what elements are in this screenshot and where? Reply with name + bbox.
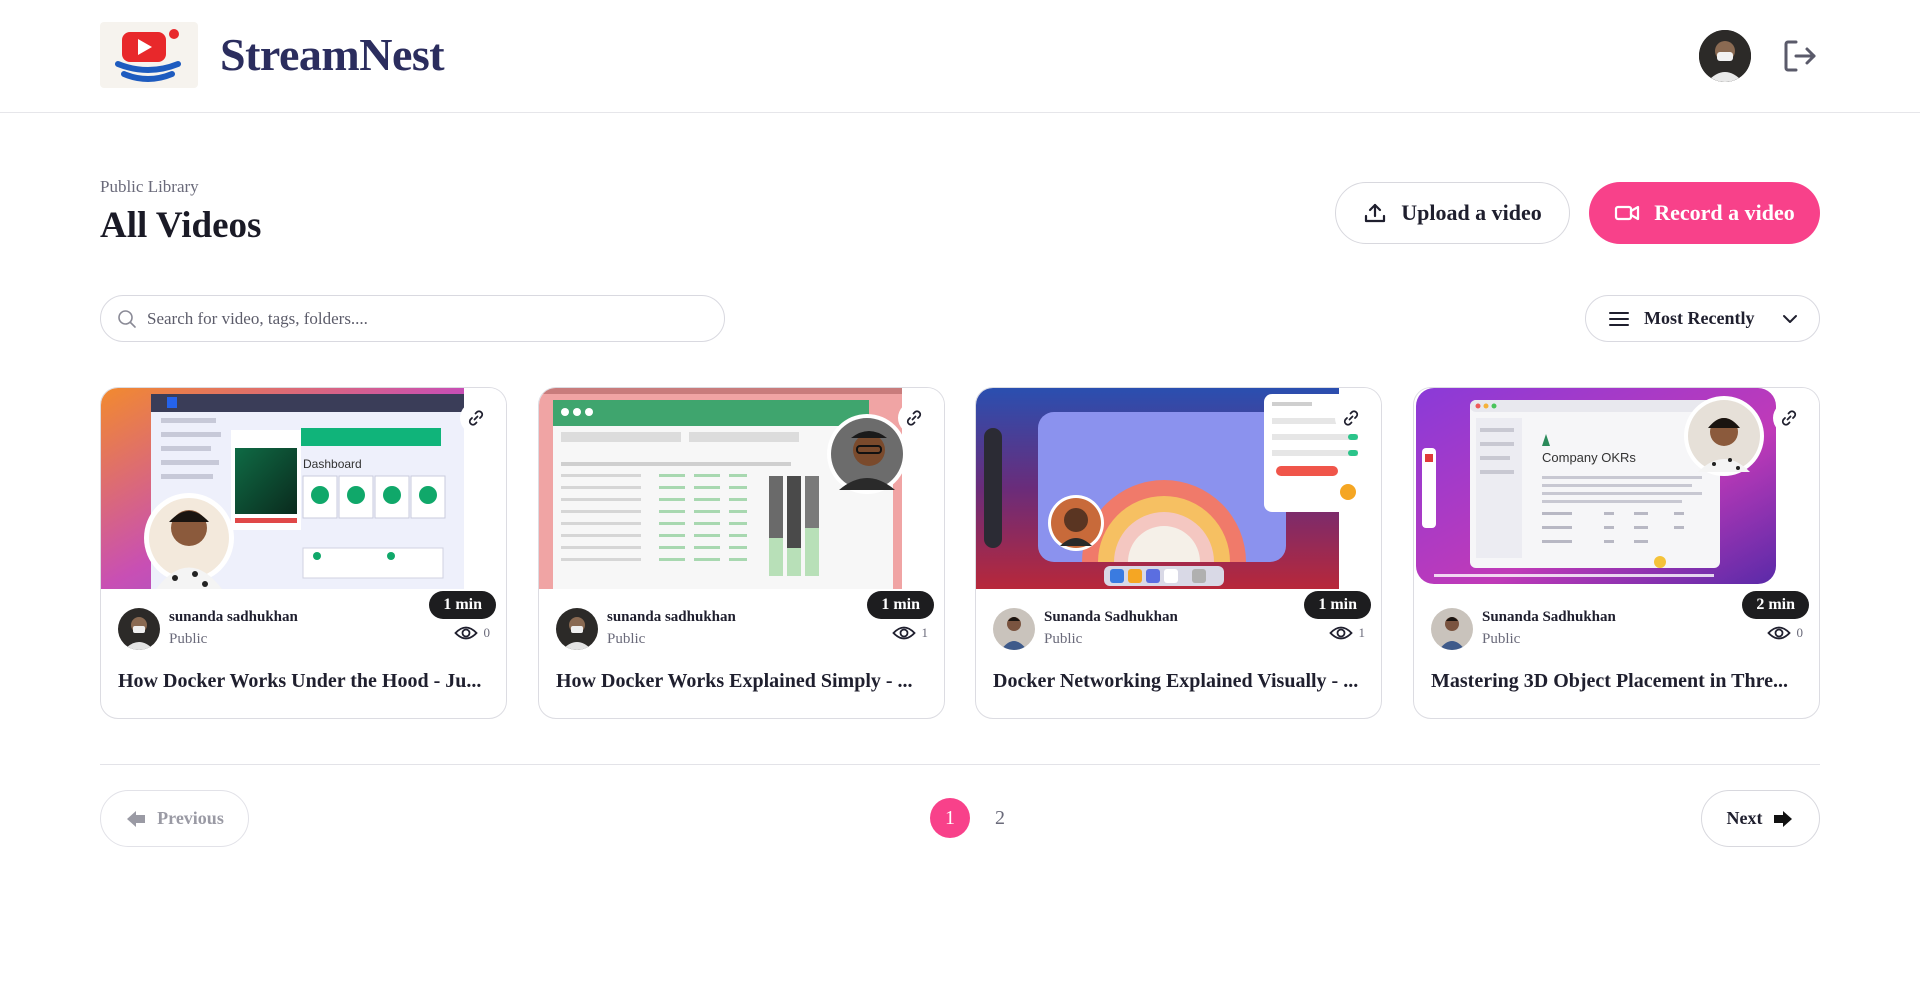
search-input[interactable] bbox=[147, 308, 707, 329]
view-count-value: 1 bbox=[921, 625, 929, 640]
next-page-button[interactable]: Next bbox=[1701, 790, 1820, 847]
video-card[interactable]: Dashboard 1 min sunanda sadhukhan Public… bbox=[100, 387, 507, 719]
video-title[interactable]: How Docker Works Explained Simply - ... bbox=[556, 670, 931, 693]
author-name: Sunanda Sadhukhan bbox=[1482, 609, 1616, 625]
video-thumbnail[interactable] bbox=[539, 388, 944, 589]
author-name: sunanda sadhukhan bbox=[607, 609, 736, 625]
visibility-label: Public bbox=[607, 631, 646, 647]
upload-video-button[interactable]: Upload a video bbox=[1335, 182, 1570, 244]
visibility-label: Public bbox=[1044, 631, 1083, 647]
menu-lines-icon bbox=[1609, 311, 1629, 326]
upload-icon bbox=[1365, 203, 1386, 223]
duration-badge: 2 min bbox=[1742, 591, 1809, 619]
author-avatar bbox=[118, 608, 160, 650]
view-count-value: 1 bbox=[1358, 625, 1366, 640]
user-avatar[interactable] bbox=[1699, 30, 1751, 82]
chevron-down-icon bbox=[1783, 314, 1797, 323]
record-label: Record a video bbox=[1654, 200, 1795, 225]
page-title: All Videos bbox=[100, 205, 262, 246]
eye-icon bbox=[453, 626, 478, 640]
video-title[interactable]: Mastering 3D Object Placement in Thre... bbox=[1431, 670, 1806, 693]
page-button-1[interactable]: 1 bbox=[930, 798, 970, 838]
sort-selected: Most Recently bbox=[1644, 308, 1755, 328]
video-thumbnail[interactable] bbox=[976, 388, 1381, 589]
divider bbox=[100, 764, 1820, 765]
top-header: StreamNest bbox=[0, 0, 1920, 113]
author-avatar bbox=[993, 608, 1035, 650]
duration-badge: 1 min bbox=[867, 591, 934, 619]
thumb-dashboard-text: Dashboard bbox=[303, 457, 362, 471]
duration-badge: 1 min bbox=[429, 591, 496, 619]
sort-dropdown[interactable]: Most Recently bbox=[1585, 295, 1820, 342]
view-count-value: 0 bbox=[483, 625, 491, 640]
view-count: 0 bbox=[1766, 624, 1804, 642]
author-avatar bbox=[556, 608, 598, 650]
view-count: 1 bbox=[1328, 624, 1366, 642]
copy-link-button[interactable] bbox=[1335, 402, 1367, 434]
logout-icon[interactable] bbox=[1780, 36, 1820, 76]
author-name: Sunanda Sadhukhan bbox=[1044, 609, 1178, 625]
brand-name: StreamNest bbox=[220, 29, 445, 80]
next-label: Next bbox=[1726, 808, 1763, 828]
view-count: 1 bbox=[891, 624, 929, 642]
copy-link-button[interactable] bbox=[1773, 402, 1805, 434]
copy-link-button[interactable] bbox=[898, 402, 930, 434]
view-count-value: 0 bbox=[1796, 625, 1804, 640]
logo[interactable] bbox=[100, 22, 198, 88]
arrow-right-icon bbox=[1774, 810, 1793, 827]
eye-icon bbox=[1766, 626, 1791, 640]
visibility-label: Public bbox=[1482, 631, 1521, 647]
video-card[interactable]: Company OKRs 2 min Sunanda Sadhukhan Pub… bbox=[1413, 387, 1820, 719]
previous-label: Previous bbox=[157, 808, 224, 828]
streamnest-logo-icon bbox=[115, 29, 181, 82]
video-camera-icon bbox=[1615, 205, 1640, 221]
video-card[interactable]: 1 min sunanda sadhukhan Public 1 How Doc… bbox=[538, 387, 945, 719]
video-thumbnail[interactable]: Dashboard bbox=[101, 388, 506, 589]
eye-icon bbox=[1328, 626, 1353, 640]
previous-page-button[interactable]: Previous bbox=[100, 790, 249, 847]
author-name: sunanda sadhukhan bbox=[169, 609, 298, 625]
view-count: 0 bbox=[453, 624, 491, 642]
video-thumbnail[interactable]: Company OKRs bbox=[1414, 388, 1819, 589]
upload-label: Upload a video bbox=[1401, 200, 1542, 225]
record-video-button[interactable]: Record a video bbox=[1589, 182, 1820, 244]
duration-badge: 1 min bbox=[1304, 591, 1371, 619]
link-icon bbox=[1781, 410, 1797, 426]
search-icon bbox=[118, 309, 136, 328]
link-icon bbox=[1343, 410, 1359, 426]
page-button-2[interactable]: 2 bbox=[980, 798, 1020, 838]
author-avatar bbox=[1431, 608, 1473, 650]
video-title[interactable]: Docker Networking Explained Visually - .… bbox=[993, 670, 1368, 693]
visibility-label: Public bbox=[169, 631, 208, 647]
video-title[interactable]: How Docker Works Under the Hood - Ju... bbox=[118, 670, 493, 693]
search-bar[interactable] bbox=[100, 295, 725, 342]
link-icon bbox=[468, 410, 484, 426]
copy-link-button[interactable] bbox=[460, 402, 492, 434]
video-card[interactable]: 1 min Sunanda Sadhukhan Public 1 Docker … bbox=[975, 387, 1382, 719]
library-label: Public Library bbox=[100, 177, 199, 196]
eye-icon bbox=[891, 626, 916, 640]
arrow-left-icon bbox=[127, 810, 146, 827]
link-icon bbox=[906, 410, 922, 426]
thumb-okrs-text: Company OKRs bbox=[1542, 450, 1636, 465]
